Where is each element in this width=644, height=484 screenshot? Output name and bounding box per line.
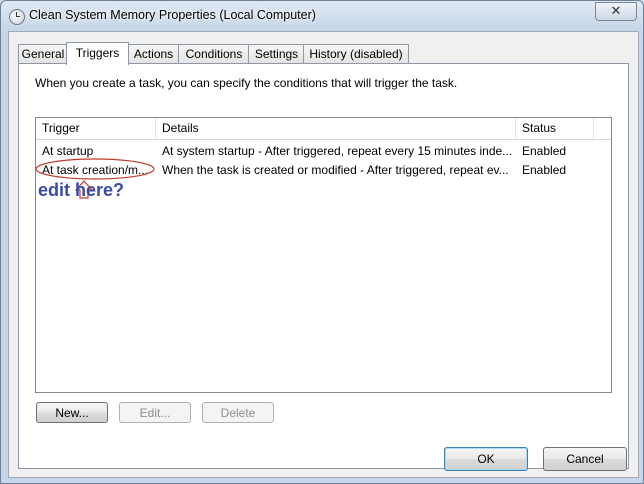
annotation-text: edit here? [38, 180, 125, 200]
annotation-overlay [35, 158, 155, 199]
circle-annotation [35, 158, 155, 180]
tab-triggers[interactable]: Triggers [66, 42, 129, 65]
